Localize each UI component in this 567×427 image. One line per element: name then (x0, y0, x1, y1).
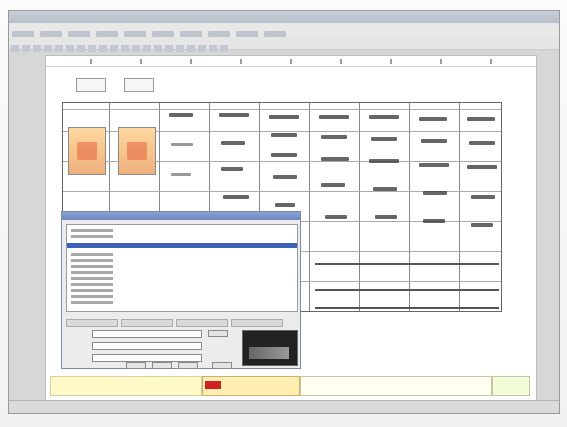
toolbar-icon[interactable] (99, 45, 107, 52)
ok-button[interactable] (126, 362, 146, 369)
bus-line (315, 289, 499, 291)
toolbar-icon[interactable] (209, 45, 217, 52)
item-list[interactable] (66, 224, 298, 312)
properties-dialog (61, 211, 301, 369)
sheet-ruler (46, 56, 536, 67)
dialog-button[interactable] (208, 330, 228, 337)
toolbar-icon[interactable] (154, 45, 162, 52)
title-block-cell (492, 376, 530, 396)
dialog-tab[interactable] (66, 319, 118, 327)
dialog-tab[interactable] (176, 319, 228, 327)
toolbar-icon[interactable] (88, 45, 96, 52)
dialog-field[interactable] (92, 342, 202, 350)
title-bar (9, 11, 559, 23)
toolbar-icon[interactable] (110, 45, 118, 52)
toolbar-icon[interactable] (121, 45, 129, 52)
toolbar-icon[interactable] (11, 45, 19, 52)
cancel-button[interactable] (152, 362, 172, 369)
toolbar-icon[interactable] (165, 45, 173, 52)
preview-image (242, 330, 298, 366)
dialog-title-bar (62, 212, 300, 220)
dialog-field[interactable] (92, 330, 202, 338)
screen (0, 0, 567, 427)
toolbar-icon[interactable] (220, 45, 228, 52)
toolbar-icon[interactable] (143, 45, 151, 52)
diagram-thumbnail-icon (68, 127, 106, 175)
toolbar (9, 37, 559, 52)
toolbar-icon[interactable] (132, 45, 140, 52)
bus-line (315, 263, 499, 265)
toolbar-icon[interactable] (55, 45, 63, 52)
dialog-tab[interactable] (231, 319, 283, 327)
app-window (8, 10, 560, 414)
title-block-cell (300, 376, 492, 396)
toolbar-icon[interactable] (33, 45, 41, 52)
toolbar-icon[interactable] (44, 45, 52, 52)
warning-icon (205, 381, 221, 389)
title-block (50, 374, 530, 396)
toolbar-icon[interactable] (198, 45, 206, 52)
menu-bar (9, 23, 559, 38)
diagram-thumbnail-icon (118, 127, 156, 175)
toolbar-icon[interactable] (22, 45, 30, 52)
dialog-tab[interactable] (121, 319, 173, 327)
title-block-cell (202, 376, 300, 396)
title-block-cell (50, 376, 202, 396)
sheet-button[interactable] (76, 78, 106, 92)
sheet-button[interactable] (124, 78, 154, 92)
selected-list-item[interactable] (67, 243, 297, 248)
bus-line (315, 307, 499, 309)
toolbar-icon[interactable] (176, 45, 184, 52)
toolbar-icon[interactable] (77, 45, 85, 52)
toolbar-icon[interactable] (66, 45, 74, 52)
help-button[interactable] (212, 362, 232, 369)
dialog-tabs (66, 312, 296, 327)
toolbar-icon[interactable] (187, 45, 195, 52)
dialog-field[interactable] (92, 354, 202, 362)
apply-button[interactable] (178, 362, 198, 369)
status-bar (9, 400, 559, 413)
